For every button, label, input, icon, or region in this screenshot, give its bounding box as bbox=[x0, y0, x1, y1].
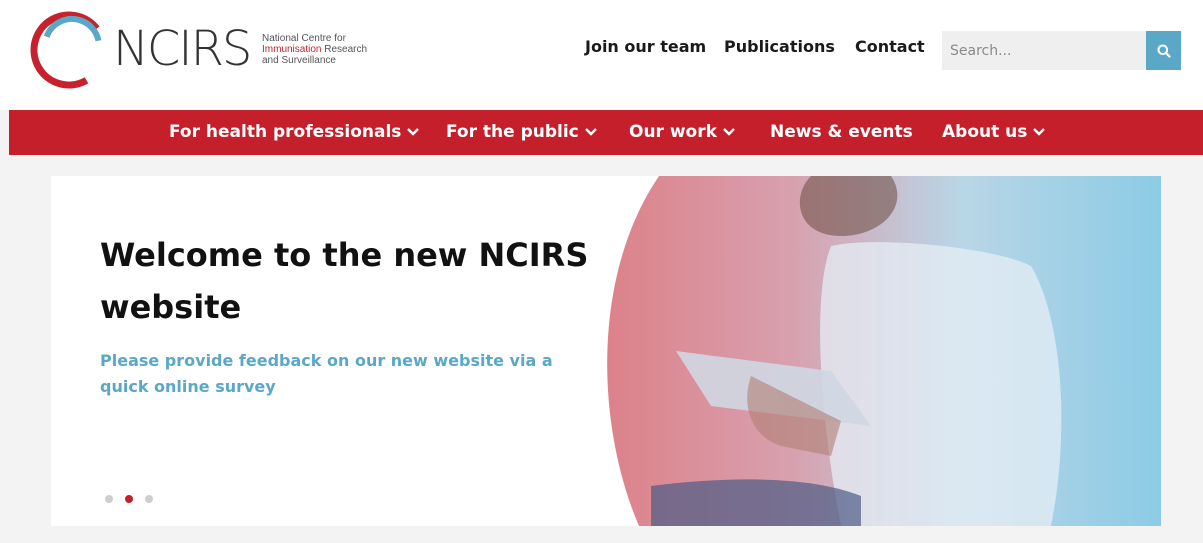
nav-label: About us bbox=[942, 122, 1028, 142]
logo-ring-icon bbox=[30, 11, 108, 89]
nav-label: For health professionals bbox=[169, 122, 402, 142]
chevron-down-icon bbox=[1033, 128, 1046, 136]
hero-title: Welcome to the new NCIRS website bbox=[100, 236, 589, 326]
carousel-dot-3[interactable] bbox=[145, 495, 153, 503]
contact-link[interactable]: Contact bbox=[855, 37, 925, 56]
nav-news-events[interactable]: News & events bbox=[770, 122, 913, 142]
join-our-team-link[interactable]: Join our team bbox=[585, 37, 706, 56]
tagline-line-3: and Surveillance bbox=[262, 55, 336, 66]
search-button[interactable] bbox=[1146, 31, 1181, 70]
search-icon bbox=[1157, 44, 1171, 58]
tagline-highlight: Immunisation bbox=[262, 44, 322, 55]
survey-feedback-link[interactable]: Please provide feedback on our new websi… bbox=[100, 348, 580, 400]
nav-label: For the public bbox=[446, 122, 579, 142]
nav-label: Our work bbox=[629, 122, 717, 142]
nav-for-the-public[interactable]: For the public bbox=[446, 122, 597, 142]
nav-health-professionals[interactable]: For health professionals bbox=[169, 122, 420, 142]
chevron-down-icon bbox=[407, 128, 420, 136]
nav-label: News & events bbox=[770, 122, 913, 142]
ncirs-logo[interactable]: NCIRS National Centre for Immunisation R… bbox=[28, 8, 388, 92]
tagline-rest: Research bbox=[321, 44, 368, 55]
site-header: NCIRS National Centre for Immunisation R… bbox=[0, 0, 1203, 110]
chevron-down-icon bbox=[584, 128, 597, 136]
chevron-down-icon bbox=[723, 128, 735, 136]
nav-our-work[interactable]: Our work bbox=[629, 122, 735, 142]
carousel-dot-1[interactable] bbox=[105, 495, 113, 503]
tagline-line-2: Immunisation Research bbox=[262, 44, 367, 55]
carousel-dot-2[interactable] bbox=[125, 495, 133, 503]
logo-wordmark: NCIRS bbox=[113, 21, 252, 77]
hero-carousel: Welcome to the new NCIRS website Please … bbox=[51, 176, 1161, 526]
logo-tagline: National Centre for Immunisation Researc… bbox=[262, 33, 367, 66]
main-navigation: For health professionals For the public … bbox=[9, 110, 1203, 155]
search-input[interactable] bbox=[942, 31, 1146, 70]
tagline-line-1: National Centre for bbox=[262, 33, 346, 44]
nav-about-us[interactable]: About us bbox=[942, 122, 1046, 142]
publications-link[interactable]: Publications bbox=[724, 37, 835, 56]
